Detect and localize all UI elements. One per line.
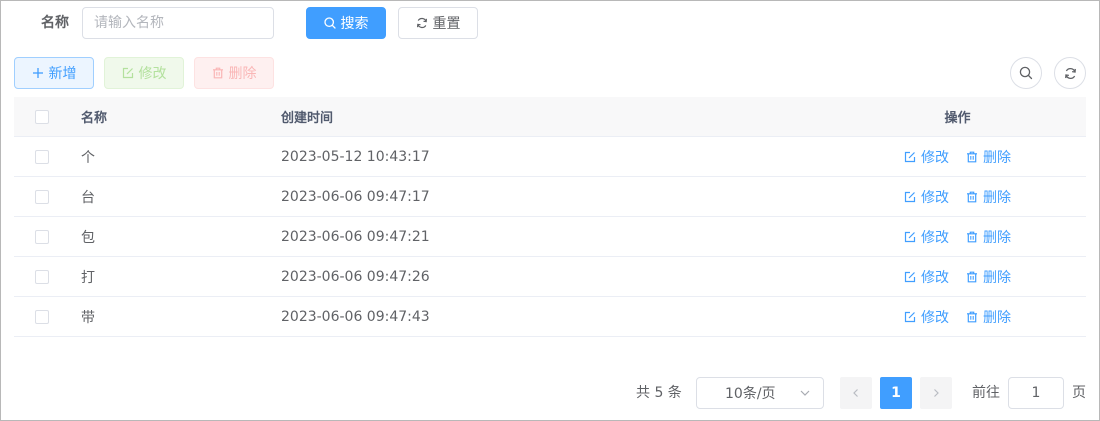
column-header-name[interactable]: 名称 [69, 107, 269, 126]
row-edit-link[interactable]: 修改 [904, 307, 949, 327]
table-header: 名称 创建时间 操作 [14, 97, 1086, 137]
row-name: 包 [81, 229, 95, 246]
trash-icon [966, 151, 978, 163]
header-checkbox-cell [14, 109, 69, 124]
refresh-icon [416, 17, 428, 29]
row-edit-link[interactable]: 修改 [904, 227, 949, 247]
toggle-search-button[interactable] [1010, 57, 1042, 89]
row-checkbox[interactable] [34, 269, 49, 284]
row-checkbox[interactable] [34, 309, 49, 324]
row-created-time: 2023-06-06 09:47:43 [281, 308, 430, 325]
table-row[interactable]: 个 2023-05-12 10:43:17 修改 删除 [14, 137, 1086, 177]
search-button-label: 搜索 [340, 16, 369, 32]
delete-button-label: 删除 [228, 66, 257, 82]
prev-page-button[interactable] [840, 377, 872, 409]
reset-button[interactable]: 重置 [398, 7, 478, 39]
goto-label: 前往 [972, 385, 1000, 401]
row-name: 带 [81, 309, 95, 326]
search-icon [323, 17, 336, 29]
row-edit-link[interactable]: 修改 [904, 267, 949, 287]
add-button-label: 新增 [48, 66, 77, 82]
row-edit-link[interactable]: 修改 [904, 147, 949, 167]
next-page-button[interactable] [920, 377, 952, 409]
row-checkbox[interactable] [34, 229, 49, 244]
edit-icon [904, 191, 916, 203]
goto-page-input[interactable] [1008, 377, 1064, 409]
reset-button-label: 重置 [432, 16, 461, 32]
page-number-current[interactable]: 1 [880, 377, 912, 409]
trash-icon [966, 231, 978, 243]
edit-icon [904, 231, 916, 243]
row-checkbox[interactable] [34, 149, 49, 164]
edit-icon [904, 151, 916, 163]
table-row[interactable]: 打 2023-06-06 09:47:26 修改 删除 [14, 257, 1086, 297]
row-delete-link[interactable]: 删除 [966, 307, 1011, 327]
chevron-down-icon [799, 387, 811, 399]
table-row[interactable]: 包 2023-06-06 09:47:21 修改 删除 [14, 217, 1086, 257]
search-icon [1019, 66, 1033, 80]
name-search-input[interactable] [82, 7, 274, 39]
column-header-ops: 操作 [944, 111, 971, 126]
row-name: 打 [81, 269, 95, 286]
row-created-time: 2023-06-06 09:47:21 [281, 228, 430, 245]
edit-icon [904, 271, 916, 283]
column-header-created[interactable]: 创建时间 [269, 107, 829, 126]
edit-button-label: 修改 [138, 66, 167, 82]
refresh-table-button[interactable] [1054, 57, 1086, 89]
data-table: 名称 创建时间 操作 个 2023-05-12 10:43:17 修改 删除 台… [14, 97, 1086, 337]
trash-icon [212, 67, 224, 79]
row-delete-link[interactable]: 删除 [966, 187, 1011, 207]
table-row[interactable]: 带 2023-06-06 09:47:43 修改 删除 [14, 297, 1086, 337]
add-button[interactable]: 新增 [14, 57, 94, 89]
row-name: 个 [81, 149, 95, 166]
page-size-value: 10条/页 [725, 386, 776, 402]
edit-button[interactable]: 修改 [104, 57, 184, 89]
search-button[interactable]: 搜索 [306, 7, 386, 39]
row-created-time: 2023-06-06 09:47:26 [281, 268, 430, 285]
row-edit-link[interactable]: 修改 [904, 187, 949, 207]
chevron-left-icon [850, 387, 862, 399]
edit-icon [122, 67, 134, 79]
row-delete-link[interactable]: 删除 [966, 267, 1011, 287]
name-label: 名称 [41, 15, 69, 31]
row-created-time: 2023-05-12 10:43:17 [281, 148, 430, 165]
select-all-checkbox[interactable] [34, 109, 49, 124]
trash-icon [966, 311, 978, 323]
row-checkbox[interactable] [34, 189, 49, 204]
trash-icon [966, 271, 978, 283]
edit-icon [904, 311, 916, 323]
page-size-select[interactable]: 10条/页 [696, 377, 824, 409]
row-created-time: 2023-06-06 09:47:17 [281, 188, 430, 205]
trash-icon [966, 191, 978, 203]
row-delete-link[interactable]: 删除 [966, 227, 1011, 247]
refresh-icon [1064, 67, 1077, 80]
delete-button[interactable]: 删除 [194, 57, 274, 89]
row-delete-link[interactable]: 删除 [966, 147, 1011, 167]
goto-suffix: 页 [1072, 385, 1086, 401]
row-name: 台 [81, 189, 95, 206]
chevron-right-icon [930, 387, 942, 399]
table-row[interactable]: 台 2023-06-06 09:47:17 修改 删除 [14, 177, 1086, 217]
pagination-total: 共 5 条 [636, 385, 682, 401]
plus-icon [32, 67, 44, 79]
